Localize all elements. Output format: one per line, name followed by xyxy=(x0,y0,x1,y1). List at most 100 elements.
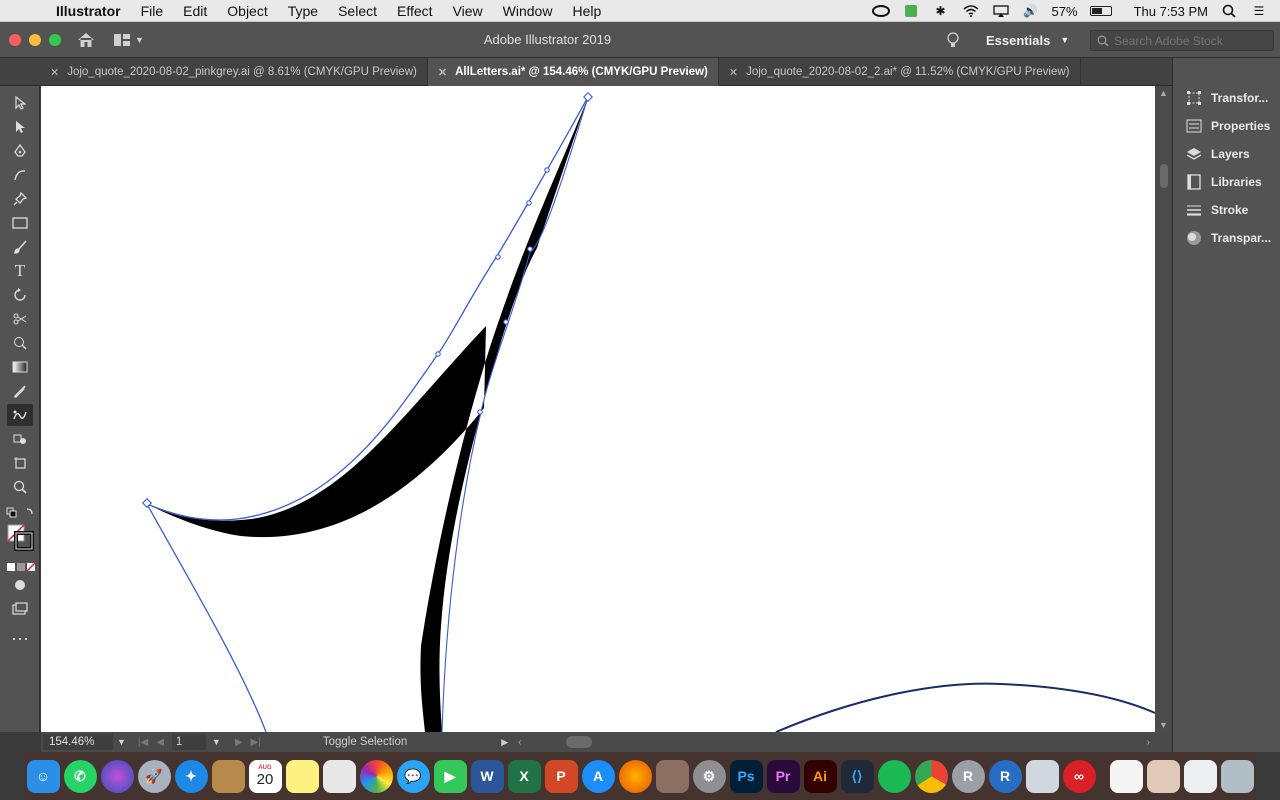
keychain-icon[interactable] xyxy=(655,759,689,793)
system-preferences-icon[interactable]: ⚙ xyxy=(692,759,726,793)
panel-libraries[interactable]: Libraries xyxy=(1173,168,1280,196)
spotify-icon[interactable] xyxy=(877,759,911,793)
panel-stroke[interactable]: Stroke xyxy=(1173,196,1280,224)
anchor-point[interactable] xyxy=(526,200,532,206)
pushpin-tool-icon[interactable] xyxy=(7,188,33,210)
artboard-canvas[interactable] xyxy=(41,86,1155,732)
selection-tool-icon[interactable] xyxy=(7,92,33,114)
stickies-icon[interactable] xyxy=(285,759,319,793)
panel-grip[interactable] xyxy=(1173,58,1280,84)
fill-stroke-swatches[interactable] xyxy=(4,522,36,552)
rstudio-icon[interactable]: R xyxy=(951,759,985,793)
scroll-up-icon[interactable]: ▲ xyxy=(1159,88,1168,98)
excel-icon[interactable]: X xyxy=(507,759,541,793)
whatsapp-icon[interactable]: ✆ xyxy=(63,759,97,793)
scroll-left-icon[interactable]: ‹ xyxy=(518,737,521,748)
menu-app-name[interactable]: Illustrator xyxy=(56,0,131,22)
adobe-stock-search[interactable] xyxy=(1090,30,1274,51)
symbol-sprayer-tool-icon[interactable] xyxy=(7,428,33,450)
airplay-icon[interactable] xyxy=(992,4,1010,18)
trash-icon[interactable] xyxy=(1220,759,1254,793)
messages-icon[interactable]: 💬 xyxy=(396,759,430,793)
workspace-switcher[interactable]: Essentials ▼ xyxy=(986,22,1069,58)
anchor-point[interactable] xyxy=(141,497,153,509)
r-icon[interactable]: R xyxy=(988,759,1022,793)
zoom-level-field[interactable]: 154.46% xyxy=(43,734,113,750)
menu-effect[interactable]: Effect xyxy=(387,0,443,22)
zoom-tool-icon[interactable] xyxy=(7,476,33,498)
swap-fill-stroke-icon[interactable] xyxy=(4,502,36,524)
creative-cloud-icon[interactable]: ∞ xyxy=(1062,759,1096,793)
battery-icon[interactable] xyxy=(1089,6,1112,16)
scroll-right-icon[interactable]: › xyxy=(1147,737,1150,748)
finder-icon[interactable]: ☺ xyxy=(26,759,60,793)
anchor-point[interactable] xyxy=(503,319,509,325)
previous-artboard-icon[interactable]: ◀ xyxy=(156,737,164,748)
calendar-icon[interactable]: AUG 20 xyxy=(248,759,282,793)
close-tab-icon[interactable]: ✕ xyxy=(438,66,447,79)
menu-help[interactable]: Help xyxy=(562,0,611,22)
lightbulb-icon[interactable] xyxy=(946,31,960,52)
stock-search-input[interactable] xyxy=(1114,33,1273,48)
menu-view[interactable]: View xyxy=(443,0,493,22)
image-capture-icon[interactable] xyxy=(1025,759,1059,793)
close-tab-icon[interactable]: ✕ xyxy=(50,66,59,79)
notes-book-icon[interactable] xyxy=(211,759,245,793)
vertical-scrollbar[interactable]: ▲ ▼ xyxy=(1155,86,1172,732)
rectangle-tool-icon[interactable] xyxy=(7,212,33,234)
doc-tab-quote-2[interactable]: ✕ Jojo_quote_2020-08-02_2.ai* @ 11.52% (… xyxy=(719,58,1081,86)
edit-toolbar-more-icon[interactable]: ⋯ xyxy=(7,628,33,650)
vscode-icon[interactable]: ⟨⟩ xyxy=(840,759,874,793)
horizontal-scroll-thumb[interactable] xyxy=(565,736,592,748)
type-tool-icon[interactable]: T xyxy=(7,260,33,282)
anchor-point[interactable] xyxy=(582,91,594,103)
illustrator-icon[interactable]: Ai xyxy=(803,759,837,793)
puppet-warp-tool-icon[interactable] xyxy=(7,332,33,354)
letter-stroke-shape[interactable] xyxy=(147,97,588,732)
bluetooth-icon[interactable]: ✱ xyxy=(932,4,950,18)
chevron-down-icon[interactable]: ▼ xyxy=(117,737,126,747)
pen-tool-icon[interactable] xyxy=(7,140,33,162)
doc-tab-pinkgrey[interactable]: ✕ Jojo_quote_2020-08-02_pinkgrey.ai @ 8.… xyxy=(40,58,428,86)
anchor-points[interactable] xyxy=(141,91,594,509)
document-icon[interactable] xyxy=(1109,759,1143,793)
first-artboard-icon[interactable]: |◀ xyxy=(138,737,148,748)
creative-cloud-status-icon[interactable] xyxy=(871,4,890,18)
notification-center-icon[interactable]: ☰ xyxy=(1250,4,1268,18)
wifi-icon[interactable] xyxy=(962,4,980,18)
menu-window[interactable]: Window xyxy=(493,0,563,22)
rotate-tool-icon[interactable] xyxy=(7,284,33,306)
preview-icon[interactable] xyxy=(322,759,356,793)
draw-mode-icon[interactable] xyxy=(7,574,33,596)
evernote-status-icon[interactable] xyxy=(902,4,920,18)
blend-tool-icon[interactable] xyxy=(7,404,33,426)
vertical-scroll-thumb[interactable] xyxy=(1160,164,1168,188)
anchor-point[interactable] xyxy=(527,246,533,252)
chevron-down-icon[interactable]: ▼ xyxy=(212,737,221,747)
facetime-icon[interactable]: ▶ xyxy=(433,759,467,793)
powerpoint-icon[interactable]: P xyxy=(544,759,578,793)
chrome-icon[interactable] xyxy=(914,759,948,793)
screen-mode-icon[interactable] xyxy=(7,598,33,620)
close-tab-icon[interactable]: ✕ xyxy=(729,66,738,79)
firefox-icon[interactable] xyxy=(618,759,652,793)
anchor-point[interactable] xyxy=(477,409,483,415)
menu-object[interactable]: Object xyxy=(217,0,277,22)
gradient-tool-icon[interactable] xyxy=(7,356,33,378)
panel-transform[interactable]: Transfor... xyxy=(1173,84,1280,112)
artwork-svg[interactable] xyxy=(41,86,1155,732)
scissors-tool-icon[interactable] xyxy=(7,308,33,330)
direct-selection-tool-icon[interactable] xyxy=(7,116,33,138)
anchor-point[interactable] xyxy=(495,254,501,260)
panel-transparency[interactable]: Transpar... xyxy=(1173,224,1280,252)
paintbrush-tool-icon[interactable] xyxy=(7,236,33,258)
menu-select[interactable]: Select xyxy=(328,0,387,22)
app-store-icon[interactable]: A xyxy=(581,759,615,793)
premiere-icon[interactable]: Pr xyxy=(766,759,800,793)
menubar-clock[interactable]: Thu 7:53 PM xyxy=(1134,4,1208,19)
anchor-point[interactable] xyxy=(544,167,550,173)
scroll-down-icon[interactable]: ▼ xyxy=(1159,720,1168,730)
file-browser-icon[interactable] xyxy=(1183,759,1217,793)
next-artboard-icon[interactable]: ▶ xyxy=(235,737,243,748)
artboard-number-field[interactable]: 1 xyxy=(171,734,206,750)
